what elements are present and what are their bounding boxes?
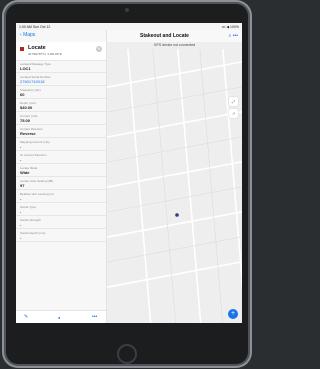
feature-title: Locate <box>28 45 46 51</box>
attribute-value: - <box>20 209 22 214</box>
attribute-label: Locate Mode <box>20 165 38 170</box>
attribute-row: Mapping Current (mA) - <box>16 138 106 151</box>
edit-icon[interactable]: ✎ <box>24 314 28 320</box>
search-and-more-icons[interactable]: ⌕ ••• <box>229 33 238 39</box>
app-screen: 1:00 AM Sun Oct 12 ••• ◀ 100% ‹ Maps Loc… <box>16 23 242 323</box>
attribute-value: - <box>20 235 22 240</box>
attribute-label: Frequency (Hz) <box>20 87 41 92</box>
attribute-row: Locate Mode Wide <box>16 164 106 177</box>
attribute-row: Sonde Type - <box>16 203 106 216</box>
attribute-label: UI Current Direction <box>20 152 47 157</box>
compass-icon[interactable]: ↗ <box>229 109 238 118</box>
attribute-row: Locate Core Setting (dB) 97 <box>16 177 106 190</box>
attribute-label: Depth (mm) <box>20 100 36 105</box>
locate-icon[interactable]: ● <box>58 315 60 320</box>
attribute-row: Frequency (Hz) 60 <box>16 86 106 99</box>
status-time: 1:00 AM Sun Oct 12 <box>19 24 51 29</box>
attribute-label: Sonde Type <box>20 204 36 209</box>
attribute-value: 75.00 <box>20 118 31 123</box>
attribute-label: Located Serial Number <box>20 74 51 79</box>
status-indicators: ••• ◀ 100% <box>221 24 239 29</box>
attribute-list: Located Message Type LOC1 Located Serial … <box>16 60 106 242</box>
attribute-label: Mapping Current (mA) <box>20 139 50 144</box>
feature-header: Locate 40.681787°N, 3.901787E ✕ <box>16 42 106 61</box>
feature-coordinates: 40.681787°N, 3.901787E <box>28 52 62 56</box>
attribute-row: Sonde Depth (mm) - <box>16 229 106 242</box>
attribute-value: - <box>20 196 22 201</box>
add-button[interactable]: + <box>228 309 238 319</box>
attribute-row: Relative Vert Leaning (m) - <box>16 190 106 203</box>
attribute-value: Reverse <box>20 131 36 136</box>
front-camera <box>125 8 129 12</box>
location-point[interactable] <box>175 213 179 217</box>
attribute-label: Current Direction <box>20 126 43 131</box>
attribute-label: Relative Vert Leaning (m) <box>20 191 54 196</box>
attribute-row: Located Message Type LOC1 <box>16 60 106 73</box>
attribute-value: - <box>20 222 22 227</box>
status-bar: 1:00 AM Sun Oct 12 ••• ◀ 100% <box>16 23 242 30</box>
attribute-row: UI Current Direction - <box>16 151 106 164</box>
attribute-label: Current (mA) <box>20 113 38 118</box>
panel-toolbar: ✎ ● ••• <box>16 310 106 323</box>
attribute-value: $40.00 <box>20 105 33 110</box>
street-map <box>107 49 242 323</box>
attribute-value: 97 <box>20 183 25 188</box>
map-title: Stakeout and Locate <box>140 33 189 39</box>
attribute-row: Located Serial Number 27601742018 <box>16 73 106 86</box>
home-button[interactable] <box>117 344 137 364</box>
back-label: Maps <box>23 32 36 38</box>
more-icon[interactable]: ••• <box>92 314 97 320</box>
feature-symbol-icon <box>20 47 24 51</box>
attribute-value: LOC1 <box>20 66 31 71</box>
panel-nav: ‹ Maps <box>16 30 106 42</box>
map-column: Stakeout and Locate ⌕ ••• GPS device not… <box>107 30 242 323</box>
attribute-row: Current Direction Reverse <box>16 125 106 138</box>
map-view[interactable]: ⤢ ↗ + <box>107 49 242 323</box>
attribute-row: Current (mA) 75.00 <box>16 112 106 125</box>
back-button[interactable]: ‹ Maps <box>20 32 35 38</box>
attribute-label: Locate Core Setting (dB) <box>20 178 54 183</box>
attribute-value: Wide <box>20 170 30 175</box>
attribute-value: - <box>20 157 22 162</box>
attribute-panel: ‹ Maps Locate 40.681787°N, 3.901787E ✕ L… <box>16 30 107 323</box>
attribute-label: Sonde Depth (mm) <box>20 230 46 235</box>
attribute-label: Located Message Type <box>20 61 51 66</box>
attribute-label: Sonde Strength <box>20 217 41 222</box>
attribute-value: - <box>20 144 22 149</box>
attribute-row: Depth (mm) $40.00 <box>16 99 106 112</box>
attribute-value: 60 <box>20 92 25 97</box>
tablet-frame: 1:00 AM Sun Oct 12 ••• ◀ 100% ‹ Maps Loc… <box>2 0 252 368</box>
attribute-value-link[interactable]: 27601742018 <box>20 79 44 84</box>
gps-status-banner: GPS device not connected <box>107 42 242 49</box>
zoom-extent-icon[interactable]: ⤢ <box>229 97 238 106</box>
attribute-row: Sonde Strength - <box>16 216 106 229</box>
close-icon[interactable]: ✕ <box>96 46 102 52</box>
